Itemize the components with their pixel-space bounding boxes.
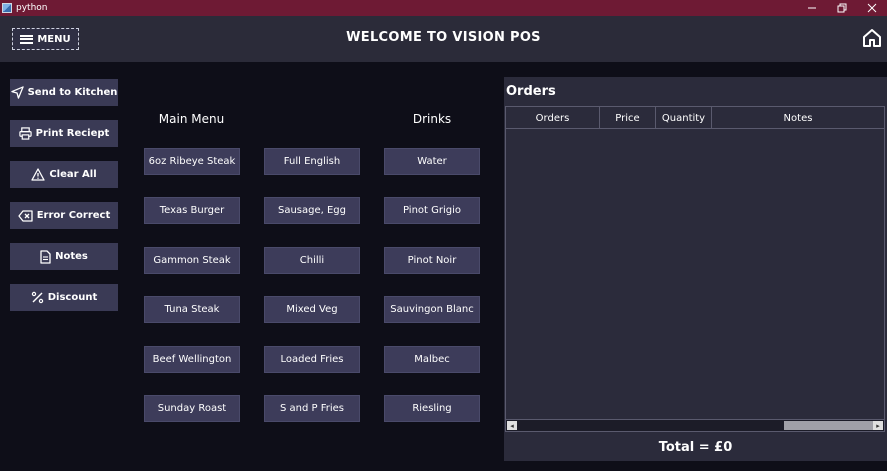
page-title: WELCOME TO VISION POS [346,30,541,45]
drinks-heading: Drinks [412,112,452,126]
menu-item-sausage-egg[interactable]: Sausage, Egg [264,197,360,224]
drink-item-sauvingon-blanc[interactable]: Sauvingon Blanc [384,296,480,323]
menu-item-texas-burger[interactable]: Texas Burger [144,197,240,224]
column-header-quantity[interactable]: Quantity [656,107,712,129]
column-header-orders[interactable]: Orders [506,107,600,129]
menu-item-ribeye-steak[interactable]: 6oz Ribeye Steak [144,148,240,175]
scroll-thumb[interactable] [784,421,874,430]
clear-all-button[interactable]: Clear All [10,161,118,188]
document-icon [40,249,51,264]
warning-icon [31,168,45,181]
column-header-price[interactable]: Price [600,107,656,129]
window-controls [797,0,887,16]
send-to-kitchen-button[interactable]: Send to Kitchen [10,79,118,106]
menu-item-full-english[interactable]: Full English [264,148,360,175]
column-header-notes[interactable]: Notes [712,107,884,129]
menu-item-beef-wellington[interactable]: Beef Wellington [144,346,240,373]
drink-item-pinot-grigio[interactable]: Pinot Grigio [384,197,480,224]
printer-icon [18,127,32,140]
app-header: MENU WELCOME TO VISION POS [0,16,887,62]
main-menu-heading: Main Menu [158,112,225,126]
menu-item-mixed-veg[interactable]: Mixed Veg [264,296,360,323]
menu-item-gammon-steak[interactable]: Gammon Steak [144,247,240,274]
restore-button[interactable] [827,0,857,16]
send-to-kitchen-label: Send to Kitchen [27,87,118,98]
close-icon [867,3,877,13]
error-correct-button[interactable]: Error Correct [10,202,118,229]
error-correct-label: Error Correct [36,210,111,221]
orders-title: Orders [506,84,556,99]
orders-panel: Orders Orders Price Quantity Notes ◂ ▸ T… [504,77,887,461]
backspace-icon [18,209,33,222]
home-icon [863,29,881,47]
scroll-left-arrow[interactable]: ◂ [507,421,517,430]
send-icon [10,86,24,99]
scroll-right-arrow[interactable]: ▸ [873,421,883,430]
horizontal-scrollbar[interactable]: ◂ ▸ [506,419,884,431]
window-title: python [16,3,48,13]
orders-table[interactable]: Orders Price Quantity Notes ◂ ▸ [505,106,885,432]
drink-item-pinot-noir[interactable]: Pinot Noir [384,247,480,274]
notes-label: Notes [55,251,88,262]
menu-item-sunday-roast[interactable]: Sunday Roast [144,395,240,422]
discount-label: Discount [47,292,98,303]
clear-all-label: Clear All [49,169,97,180]
menu-item-tuna-steak[interactable]: Tuna Steak [144,296,240,323]
order-total: Total = £0 [658,439,733,455]
python-app-icon [2,3,12,13]
print-receipt-button[interactable]: Print Reciept [10,120,118,147]
menu-item-loaded-fries[interactable]: Loaded Fries [264,346,360,373]
minimize-button[interactable] [797,0,827,16]
notes-button[interactable]: Notes [10,243,118,270]
home-button[interactable] [862,28,882,48]
discount-button[interactable]: Discount [10,284,118,311]
drink-item-malbec[interactable]: Malbec [384,346,480,373]
print-receipt-label: Print Reciept [35,128,110,139]
drink-item-riesling[interactable]: Riesling [384,395,480,422]
restore-icon [837,3,847,13]
window-titlebar: python [0,0,887,16]
orders-table-header: Orders Price Quantity Notes [506,107,884,129]
percent-icon [31,291,43,304]
drink-item-water[interactable]: Water [384,148,480,175]
menu-item-s-and-p-fries[interactable]: S and P Fries [264,395,360,422]
menu-item-chilli[interactable]: Chilli [264,247,360,274]
minimize-icon [808,7,816,9]
close-button[interactable] [857,0,887,16]
